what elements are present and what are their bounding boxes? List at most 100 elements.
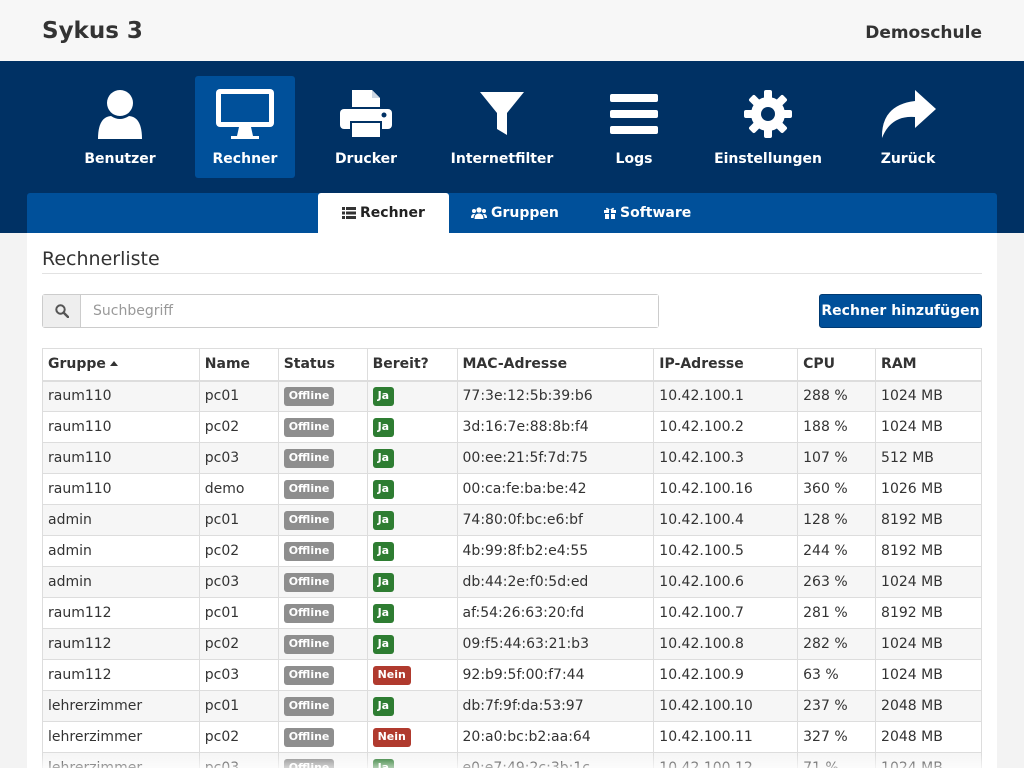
nav-item-drucker[interactable]: Drucker	[316, 76, 416, 178]
cell-gruppe: admin	[42, 535, 200, 567]
cell-status: Offline	[277, 504, 368, 536]
users-icon	[471, 207, 487, 219]
cell-gruppe: raum112	[42, 628, 200, 660]
table-row[interactable]: raum112 pc02 Offline Ja 09:f5:44:63:21:b3 10.…	[42, 628, 982, 660]
ready-badge: Ja	[372, 510, 395, 530]
nav-item-einstellungen[interactable]: Einstellungen	[714, 76, 822, 178]
ready-badge: Ja	[372, 758, 395, 768]
cell-name: demo	[198, 473, 279, 505]
cell-ip: 10.42.100.9	[653, 659, 799, 691]
cell-status: Offline	[277, 721, 368, 753]
column-header-ram[interactable]: RAM	[875, 348, 982, 382]
cell-mac: 00:ca:fe:ba:be:42	[456, 473, 655, 505]
table-row[interactable]: raum110 pc02 Offline Ja 3d:16:7e:88:8b:f4 10.…	[42, 411, 982, 443]
table-row[interactable]: admin pc02 Offline Ja 4b:99:8f:b2:e4:55 10.42…	[42, 535, 982, 567]
nav-item-zurueck[interactable]: Zurück	[858, 76, 958, 178]
cell-ip: 10.42.100.16	[653, 473, 799, 505]
brand-title[interactable]: Sykus 3	[42, 18, 143, 44]
cell-mac: e0:e7:49:2c:3b:1c	[456, 752, 655, 768]
search-icon	[43, 295, 81, 327]
cell-bereit: Ja	[366, 504, 458, 536]
nav-item-benutzer[interactable]: Benutzer	[70, 76, 170, 178]
column-header-gruppe[interactable]: Gruppe	[42, 348, 200, 382]
table-row[interactable]: admin pc01 Offline Ja 74:80:0f:bc:e6:bf 10.42…	[42, 504, 982, 536]
computer-table: Gruppe Name Status Bereit? MAC-Adresse I…	[42, 348, 982, 768]
nav-item-internetfilter[interactable]: Internetfilter	[451, 76, 553, 178]
status-badge: Offline	[283, 603, 335, 623]
add-computer-button[interactable]: Rechner hinzufügen	[819, 294, 982, 328]
column-header-bereit[interactable]: Bereit?	[366, 348, 458, 382]
table-row[interactable]: admin pc03 Offline Ja db:44:2e:f0:5d:ed 10.42…	[42, 566, 982, 598]
column-header-cpu[interactable]: CPU	[797, 348, 877, 382]
cell-name: pc02	[198, 535, 279, 567]
cell-bereit: Ja	[366, 566, 458, 598]
cell-gruppe: raum110	[42, 411, 200, 443]
status-badge: Offline	[283, 417, 335, 437]
cell-bereit: Ja	[366, 535, 458, 567]
cell-ram: 8192 MB	[875, 535, 982, 567]
table-row[interactable]: raum112 pc03 Offline Nein 92:b9:5f:00:f7:44 1…	[42, 659, 982, 691]
gear-icon	[718, 88, 818, 140]
top-bar: Sykus 3 Demoschule	[0, 0, 1024, 61]
tab-software[interactable]: Software	[580, 193, 715, 233]
column-header-ip[interactable]: IP-Adresse	[653, 348, 799, 382]
nav-label: Rechner	[212, 151, 278, 167]
cell-name: pc03	[198, 752, 279, 768]
monitor-icon	[195, 88, 295, 140]
cell-cpu: 288 %	[797, 380, 877, 412]
cell-ip: 10.42.100.3	[653, 442, 799, 474]
table-row[interactable]: lehrerzimmer pc02 Offline Nein 20:a0:bc:b2:a…	[42, 721, 982, 753]
cell-cpu: 327 %	[797, 721, 877, 753]
cell-name: pc02	[198, 721, 279, 753]
cell-cpu: 263 %	[797, 566, 877, 598]
cell-mac: 00:ee:21:5f:7d:75	[456, 442, 655, 474]
cell-cpu: 237 %	[797, 690, 877, 722]
cell-cpu: 71 %	[797, 752, 877, 768]
cell-ram: 1024 MB	[875, 566, 982, 598]
cell-mac: 4b:99:8f:b2:e4:55	[456, 535, 655, 567]
cell-gruppe: admin	[42, 504, 200, 536]
column-header-name[interactable]: Name	[198, 348, 279, 382]
status-badge: Offline	[283, 634, 335, 654]
gift-icon	[604, 207, 616, 219]
table-row[interactable]: raum110 pc01 Offline Ja 77:3e:12:5b:39:b6 10.…	[42, 380, 982, 412]
nav-item-logs[interactable]: Logs	[584, 76, 684, 178]
cell-ip: 10.42.100.1	[653, 380, 799, 412]
status-badge: Offline	[283, 665, 335, 685]
ready-badge: Ja	[372, 603, 395, 623]
tab-label: Rechner	[360, 205, 425, 221]
table-row[interactable]: lehrerzimmer pc01 Offline Ja db:7f:9f:da:53:…	[42, 690, 982, 722]
table-row[interactable]: raum110 demo Offline Ja 00:ca:fe:ba:be:42 10.…	[42, 473, 982, 505]
table-row[interactable]: raum110 pc03 Offline Ja 00:ee:21:5f:7d:75 10.…	[42, 442, 982, 474]
search-input[interactable]	[81, 295, 658, 327]
ready-badge: Ja	[372, 572, 395, 592]
tab-rechner[interactable]: Rechner	[318, 193, 449, 233]
cell-ip: 10.42.100.10	[653, 690, 799, 722]
status-badge: Offline	[283, 696, 335, 716]
tab-gruppen[interactable]: Gruppen	[447, 193, 583, 233]
cell-name: pc01	[198, 380, 279, 412]
share-arrow-icon	[858, 88, 958, 140]
status-badge: Offline	[283, 541, 335, 561]
status-badge: Offline	[283, 727, 335, 747]
column-header-mac[interactable]: MAC-Adresse	[456, 348, 655, 382]
cell-name: pc01	[198, 597, 279, 629]
cell-status: Offline	[277, 597, 368, 629]
cell-cpu: 128 %	[797, 504, 877, 536]
cell-mac: 92:b9:5f:00:f7:44	[456, 659, 655, 691]
cell-name: pc03	[198, 566, 279, 598]
ready-badge: Ja	[372, 417, 395, 437]
cell-bereit: Ja	[366, 690, 458, 722]
cell-bereit: Ja	[366, 380, 458, 412]
status-badge: Offline	[283, 572, 335, 592]
cell-ram: 8192 MB	[875, 597, 982, 629]
cell-ram: 1024 MB	[875, 380, 982, 412]
table-row[interactable]: raum112 pc01 Offline Ja af:54:26:63:20:fd 10.…	[42, 597, 982, 629]
column-header-status[interactable]: Status	[277, 348, 368, 382]
status-badge: Offline	[283, 448, 335, 468]
cell-name: pc03	[198, 659, 279, 691]
nav-label: Zurück	[880, 151, 936, 167]
cell-gruppe: raum112	[42, 597, 200, 629]
table-row[interactable]: lehrerzimmer pc03 Offline Ja e0:e7:49:2c:3b:…	[42, 752, 982, 768]
nav-item-rechner[interactable]: Rechner	[195, 76, 295, 178]
